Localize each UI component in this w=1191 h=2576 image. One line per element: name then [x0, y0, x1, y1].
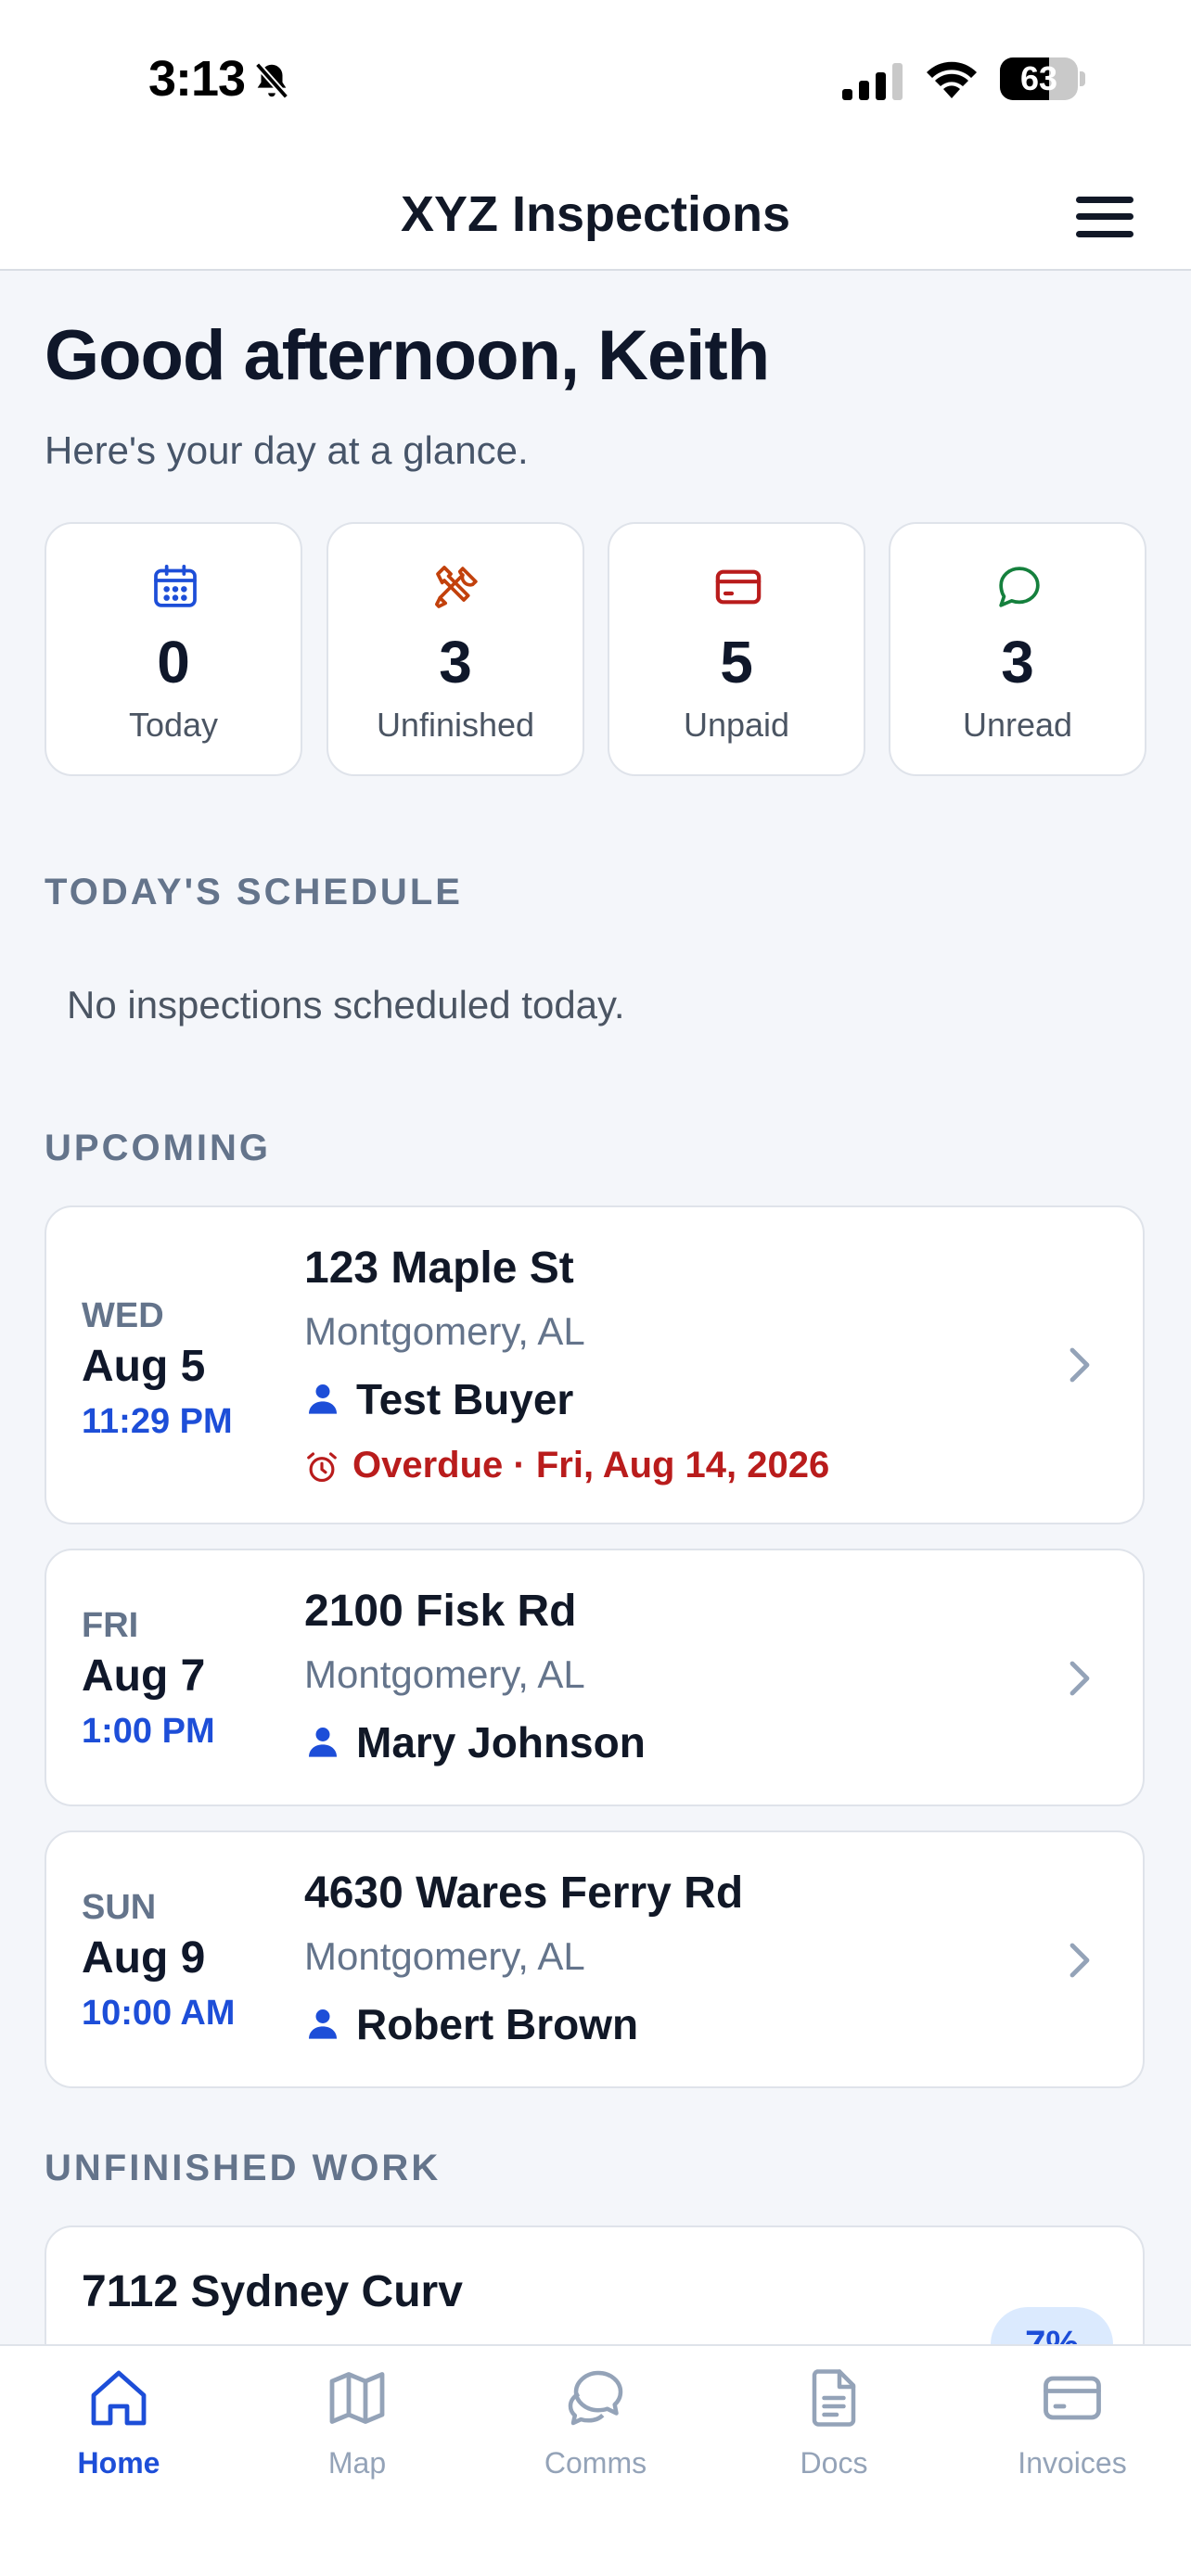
appointment-address: 2100 Fisk Rd: [304, 1587, 577, 1636]
upcoming-appointment-card[interactable]: FRI Aug 7 1:00 PM 2100 Fisk Rd Montgomer…: [45, 1549, 1145, 1806]
upcoming-appointment-card[interactable]: SUN Aug 9 10:00 AM 4630 Wares Ferry Rd M…: [45, 1830, 1145, 2088]
appointment-date: Aug 9: [82, 1933, 206, 1983]
map-icon: [329, 2372, 385, 2424]
section-heading-todays-schedule: TODAY'S SCHEDULE: [45, 872, 463, 912]
stat-card-unpaid[interactable]: 5 Unpaid: [608, 522, 865, 776]
tab-docs[interactable]: Docs: [715, 2346, 953, 2513]
tab-comms[interactable]: Comms: [477, 2346, 714, 2513]
person-icon: [309, 2009, 337, 2039]
chevron-right-icon: [1069, 1661, 1090, 1696]
calendar-icon: [154, 564, 197, 607]
stat-label: Unpaid: [683, 706, 790, 744]
appointment-time: 1:00 PM: [82, 1712, 215, 1751]
appointment-client: Test Buyer: [356, 1375, 574, 1423]
section-heading-upcoming: UPCOMING: [45, 1128, 271, 1168]
stat-card-unread[interactable]: 3 Unread: [889, 522, 1146, 776]
appointment-date: Aug 7: [82, 1651, 206, 1701]
appointment-city: Montgomery, AL: [304, 1934, 585, 1978]
tab-invoices[interactable]: Invoices: [954, 2346, 1191, 2513]
appointment-overdue-text: Overdue · Fri, Aug 14, 2026: [352, 1445, 830, 1486]
stat-card-unfinished[interactable]: 3 Unfinished: [327, 522, 584, 776]
document-icon: [812, 2369, 856, 2427]
credit-card-icon: [715, 569, 762, 605]
appointment-client: Mary Johnson: [356, 1718, 646, 1766]
bottom-tab-bar: Home Map Comms Docs Invoices: [0, 2344, 1191, 2576]
stat-label: Unfinished: [376, 706, 535, 744]
appointment-city: Montgomery, AL: [304, 1309, 585, 1353]
status-time: 3:13: [148, 51, 246, 107]
credit-card-icon: [1044, 2376, 1101, 2420]
tab-label: Home: [77, 2446, 160, 2480]
battery-percent: 63: [1019, 59, 1058, 97]
stat-value: 3: [1001, 629, 1034, 695]
stat-label: Unread: [962, 706, 1073, 744]
appointment-city: Montgomery, AL: [304, 1652, 585, 1696]
section-heading-unfinished-work: UNFINISHED WORK: [45, 2148, 442, 2188]
tab-label: Map: [327, 2446, 387, 2480]
appointment-day-of-week: FRI: [82, 1606, 139, 1645]
stat-value: 0: [157, 629, 190, 695]
tab-label: Docs: [800, 2446, 868, 2480]
app-header: XYZ Inspections: [0, 158, 1191, 271]
alarm-clock-icon: [307, 1452, 337, 1483]
stat-value: 5: [720, 629, 753, 695]
person-icon: [309, 1384, 337, 1414]
home-icon: [91, 2370, 147, 2426]
stat-label: Today: [128, 706, 219, 744]
person-icon: [309, 1728, 337, 1757]
appointment-day-of-week: SUN: [82, 1888, 157, 1927]
hamburger-menu-icon[interactable]: [1076, 197, 1133, 237]
empty-schedule-text: No inspections scheduled today.: [67, 983, 625, 1027]
bell-muted-icon: [254, 62, 289, 99]
tab-label: Comms: [544, 2446, 647, 2480]
chevron-right-icon: [1069, 1943, 1090, 1978]
cellular-signal-icon: [842, 63, 903, 100]
tab-label: Invoices: [1018, 2446, 1127, 2480]
tab-map[interactable]: Map: [238, 2346, 476, 2513]
upcoming-appointment-card[interactable]: WED Aug 5 11:29 PM 123 Maple St Montgome…: [45, 1205, 1145, 1524]
appointment-time: 10:00 AM: [82, 1994, 236, 2033]
stat-value: 3: [439, 629, 472, 695]
appointment-day-of-week: WED: [82, 1296, 164, 1335]
appointment-address: 123 Maple St: [304, 1243, 574, 1293]
appointment-date: Aug 5: [82, 1342, 206, 1391]
status-bar: 3:13 63: [0, 0, 1191, 158]
greeting-subtitle: Here's your day at a glance.: [45, 428, 529, 472]
wifi-icon: [927, 61, 977, 98]
tab-home[interactable]: Home: [0, 2346, 237, 2513]
greeting-title: Good afternoon, Keith: [45, 316, 770, 395]
chat-bubbles-icon: [568, 2370, 623, 2426]
unfinished-address: 7112 Sydney Curv: [82, 2267, 463, 2316]
battery-indicator: 63: [1000, 57, 1085, 100]
stat-card-today[interactable]: 0 Today: [45, 522, 302, 776]
app-title: XYZ Inspections: [400, 186, 791, 242]
tools-icon: [434, 566, 478, 608]
chat-bubble-icon: [999, 567, 1040, 607]
appointment-client: Robert Brown: [356, 2000, 639, 2048]
appointment-time: 11:29 PM: [82, 1402, 233, 1441]
appointment-address: 4630 Wares Ferry Rd: [304, 1868, 744, 1918]
chevron-right-icon: [1069, 1347, 1090, 1383]
